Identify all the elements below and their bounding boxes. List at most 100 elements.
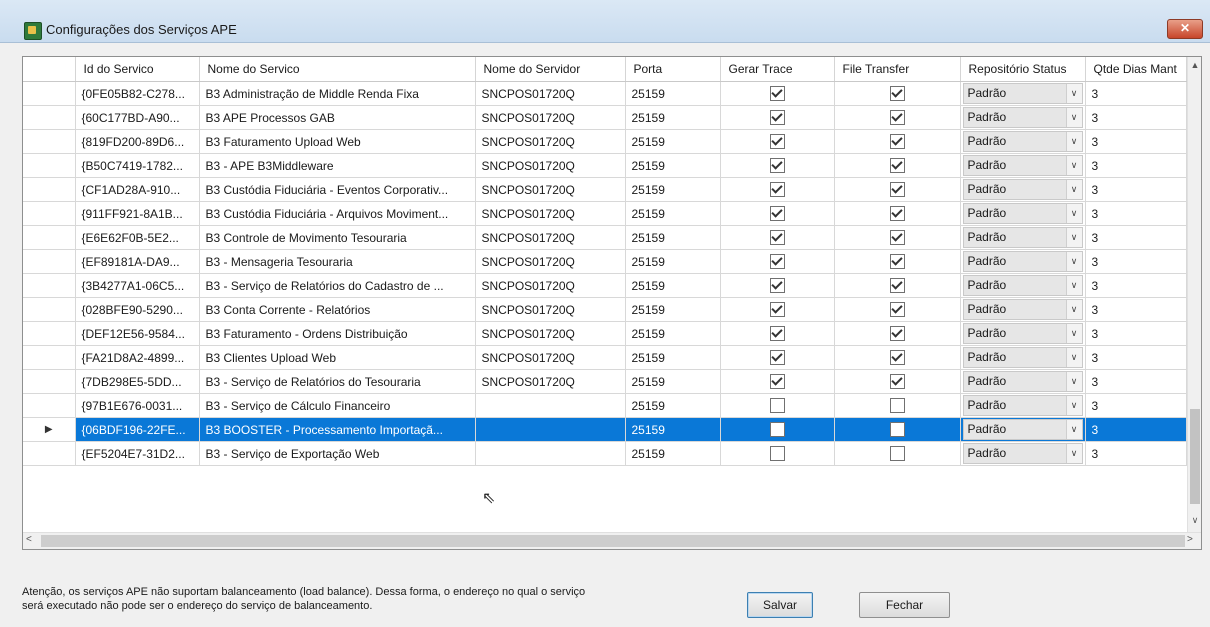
chevron-down-icon[interactable]: ∨	[1065, 132, 1082, 151]
repositorio-status-dropdown[interactable]: Padrão ∨	[962, 371, 1083, 392]
repositorio-status-dropdown[interactable]: Padrão ∨	[962, 275, 1083, 296]
repositorio-status-dropdown[interactable]: Padrão ∨	[962, 107, 1083, 128]
id-cell[interactable]: {FA21D8A2-4899...	[75, 345, 200, 370]
porta-cell[interactable]: 25159	[625, 225, 721, 250]
column-header-gerar-trace[interactable]: Gerar Trace	[720, 57, 835, 82]
gerar-trace-checkbox[interactable]	[769, 230, 785, 246]
repositorio-status-dropdown[interactable]: Padrão ∨	[962, 347, 1083, 368]
gerar-trace-checkbox[interactable]	[769, 374, 785, 390]
gerar-trace-checkbox[interactable]	[769, 398, 785, 414]
chevron-down-icon[interactable]: ∨	[1065, 156, 1082, 175]
servidor-cell[interactable]: SNCPOS01720Q	[475, 225, 626, 250]
chevron-down-icon[interactable]: ∨	[1065, 252, 1082, 271]
repositorio-status-dropdown[interactable]: Padrão ∨	[962, 227, 1083, 248]
chevron-down-icon[interactable]: ∨	[1065, 396, 1082, 415]
gerar-trace-checkbox[interactable]	[769, 278, 785, 294]
row-header-cell[interactable]	[23, 345, 76, 370]
repositorio-status-dropdown[interactable]: Padrão ∨	[962, 203, 1083, 224]
servidor-cell[interactable]	[475, 393, 626, 418]
gerar-trace-checkbox[interactable]	[769, 206, 785, 222]
porta-cell[interactable]: 25159	[625, 369, 721, 394]
nome-cell[interactable]: B3 - Serviço de Cálculo Financeiro	[199, 393, 476, 418]
qtde-dias-cell[interactable]: 3	[1085, 249, 1187, 274]
servidor-cell[interactable]: SNCPOS01720Q	[475, 249, 626, 274]
scroll-left-arrow-icon[interactable]: <	[26, 534, 32, 545]
id-cell[interactable]: {028BFE90-5290...	[75, 297, 200, 322]
row-header-cell[interactable]	[23, 105, 76, 130]
file-transfer-checkbox[interactable]	[889, 230, 905, 246]
nome-cell[interactable]: B3 Custódia Fiduciária - Eventos Corpora…	[199, 177, 476, 202]
repositorio-status-dropdown[interactable]: Padrão ∨	[962, 179, 1083, 200]
servidor-cell[interactable]: SNCPOS01720Q	[475, 81, 626, 106]
gerar-trace-checkbox[interactable]	[769, 446, 785, 462]
qtde-dias-cell[interactable]: 3	[1085, 201, 1187, 226]
repositorio-status-dropdown[interactable]: Padrão ∨	[962, 395, 1083, 416]
chevron-down-icon[interactable]: ∨	[1065, 348, 1082, 367]
id-cell[interactable]: {E6E62F0B-5E2...	[75, 225, 200, 250]
id-cell[interactable]: {06BDF196-22FE...	[75, 417, 200, 442]
servidor-cell[interactable]: SNCPOS01720Q	[475, 153, 626, 178]
id-cell[interactable]: {3B4277A1-06C5...	[75, 273, 200, 298]
repositorio-status-dropdown[interactable]: Padrão ∨	[962, 251, 1083, 272]
qtde-dias-cell[interactable]: 3	[1085, 345, 1187, 370]
porta-cell[interactable]: 25159	[625, 441, 721, 466]
table-row[interactable]: {7DB298E5-5DD... B3 - Serviço de Relatóri…	[23, 369, 1187, 394]
gerar-trace-checkbox[interactable]	[769, 302, 785, 318]
chevron-down-icon[interactable]: ∨	[1065, 108, 1082, 127]
save-button[interactable]: Salvar	[747, 592, 813, 618]
chevron-down-icon[interactable]: ∨	[1065, 324, 1082, 343]
nome-cell[interactable]: B3 - Serviço de Relatórios do Tesouraria	[199, 369, 476, 394]
servidor-cell[interactable]: SNCPOS01720Q	[475, 201, 626, 226]
row-header-cell[interactable]	[23, 369, 76, 394]
nome-cell[interactable]: B3 - APE B3Middleware	[199, 153, 476, 178]
qtde-dias-cell[interactable]: 3	[1085, 129, 1187, 154]
file-transfer-checkbox[interactable]	[889, 302, 905, 318]
gerar-trace-checkbox[interactable]	[769, 350, 785, 366]
table-row[interactable]: {DEF12E56-9584... B3 Faturamento - Ordens…	[23, 321, 1187, 346]
chevron-down-icon[interactable]: ∨	[1065, 444, 1082, 463]
id-cell[interactable]: {60C177BD-A90...	[75, 105, 200, 130]
id-cell[interactable]: {0FE05B82-C278...	[75, 81, 200, 106]
file-transfer-checkbox[interactable]	[889, 110, 905, 126]
column-header-nome[interactable]: Nome do Servico	[199, 57, 476, 82]
column-header-row-marker[interactable]	[23, 57, 76, 82]
gerar-trace-checkbox[interactable]	[769, 254, 785, 270]
repositorio-status-dropdown[interactable]: Padrão ∨	[962, 155, 1083, 176]
servidor-cell[interactable]: SNCPOS01720Q	[475, 273, 626, 298]
file-transfer-checkbox[interactable]	[889, 134, 905, 150]
column-header-porta[interactable]: Porta	[625, 57, 721, 82]
row-header-cell[interactable]	[23, 441, 76, 466]
servidor-cell[interactable]: SNCPOS01720Q	[475, 129, 626, 154]
servidor-cell[interactable]: SNCPOS01720Q	[475, 321, 626, 346]
qtde-dias-cell[interactable]: 3	[1085, 225, 1187, 250]
repositorio-status-dropdown[interactable]: Padrão ∨	[962, 419, 1083, 440]
servidor-cell[interactable]: SNCPOS01720Q	[475, 345, 626, 370]
table-row[interactable]: {EF89181A-DA9... B3 - Mensageria Tesourar…	[23, 249, 1187, 274]
chevron-down-icon[interactable]: ∨	[1065, 300, 1082, 319]
qtde-dias-cell[interactable]: 3	[1085, 417, 1187, 442]
qtde-dias-cell[interactable]: 3	[1085, 153, 1187, 178]
row-header-cell[interactable]	[23, 321, 76, 346]
chevron-down-icon[interactable]: ∨	[1065, 372, 1082, 391]
porta-cell[interactable]: 25159	[625, 273, 721, 298]
gerar-trace-checkbox[interactable]	[769, 134, 785, 150]
porta-cell[interactable]: 25159	[625, 177, 721, 202]
file-transfer-checkbox[interactable]	[889, 422, 905, 438]
porta-cell[interactable]: 25159	[625, 129, 721, 154]
id-cell[interactable]: {EF5204E7-31D2...	[75, 441, 200, 466]
servidor-cell[interactable]: SNCPOS01720Q	[475, 297, 626, 322]
table-row[interactable]: {3B4277A1-06C5... B3 - Serviço de Relatór…	[23, 273, 1187, 298]
nome-cell[interactable]: B3 - Serviço de Relatórios do Cadastro d…	[199, 273, 476, 298]
table-row[interactable]: {028BFE90-5290... B3 Conta Corrente - Rel…	[23, 297, 1187, 322]
row-header-cell[interactable]	[23, 177, 76, 202]
table-row[interactable]: {911FF921-8A1B... B3 Custódia Fiduciária …	[23, 201, 1187, 226]
chevron-down-icon[interactable]: ∨	[1065, 228, 1082, 247]
nome-cell[interactable]: B3 Clientes Upload Web	[199, 345, 476, 370]
row-header-cell[interactable]	[23, 393, 76, 418]
nome-cell[interactable]: B3 Faturamento Upload Web	[199, 129, 476, 154]
id-cell[interactable]: {B50C7419-1782...	[75, 153, 200, 178]
file-transfer-checkbox[interactable]	[889, 254, 905, 270]
file-transfer-checkbox[interactable]	[889, 86, 905, 102]
qtde-dias-cell[interactable]: 3	[1085, 441, 1187, 466]
repositorio-status-dropdown[interactable]: Padrão ∨	[962, 299, 1083, 320]
